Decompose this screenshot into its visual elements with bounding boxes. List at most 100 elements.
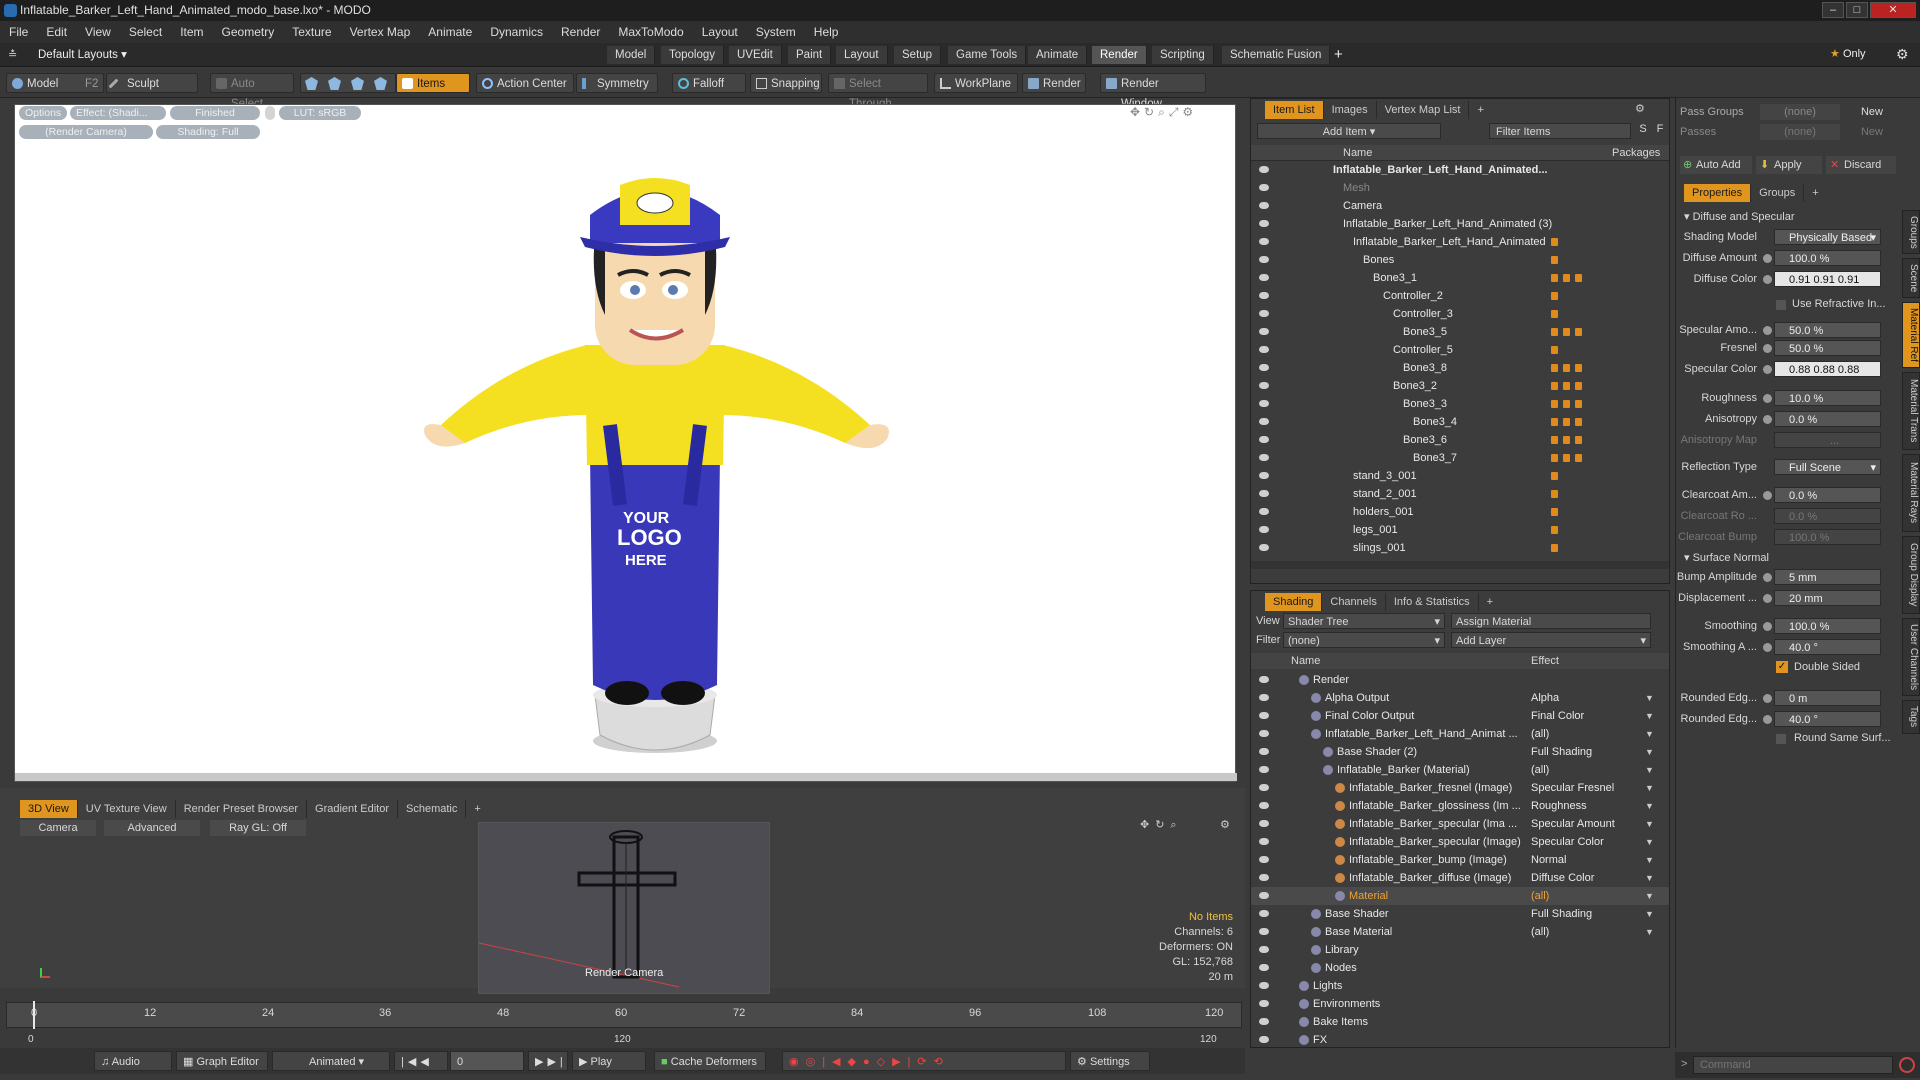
rounded-edge-width-field[interactable]: 0 m bbox=[1763, 690, 1881, 706]
shader-row[interactable]: Inflatable_Barker_specular (Image) Specul… bbox=[1251, 833, 1669, 851]
item-row[interactable]: Controller_2 bbox=[1251, 287, 1669, 305]
item-row[interactable]: Bone3_1 bbox=[1251, 269, 1669, 287]
tab-uvedit[interactable]: UVEdit bbox=[729, 46, 782, 64]
visibility-eye-icon[interactable] bbox=[1259, 784, 1269, 791]
visibility-eye-icon[interactable] bbox=[1259, 694, 1269, 701]
next-key-icons[interactable]: ▶▶| bbox=[528, 1051, 568, 1071]
visibility-eye-icon[interactable] bbox=[1259, 730, 1269, 737]
shader-row[interactable]: Inflatable_Barker_glossiness (Im ... Roug… bbox=[1251, 797, 1669, 815]
record-macro-icon[interactable] bbox=[1899, 1057, 1915, 1073]
visibility-eye-icon[interactable] bbox=[1259, 892, 1269, 899]
menu-dynamics[interactable]: Dynamics bbox=[481, 21, 552, 43]
visibility-eye-icon[interactable] bbox=[1259, 910, 1269, 917]
render-window-button[interactable]: Render Window bbox=[1100, 73, 1206, 110]
minimize-button[interactable]: – bbox=[1822, 2, 1844, 18]
visibility-eye-icon[interactable] bbox=[1259, 802, 1269, 809]
item-row[interactable]: Bone3_4 bbox=[1251, 413, 1669, 431]
raygl-dropdown[interactable]: Ray GL: Off bbox=[210, 820, 306, 836]
tab-schematic[interactable]: Schematic bbox=[398, 800, 467, 818]
tab-render-preset-browser[interactable]: Render Preset Browser bbox=[176, 800, 308, 818]
viewport-lut[interactable]: LUT: sRGB bbox=[279, 106, 361, 120]
effect-dropdown-icon[interactable]: ▼ bbox=[1645, 869, 1654, 887]
displacement-field[interactable]: 20 mm bbox=[1763, 590, 1881, 606]
roughness-field[interactable]: 10.0 % bbox=[1763, 390, 1881, 406]
filter-s-button[interactable]: S bbox=[1637, 123, 1649, 135]
visibility-eye-icon[interactable] bbox=[1259, 856, 1269, 863]
visibility-eye-icon[interactable] bbox=[1259, 472, 1269, 479]
tab-paint[interactable]: Paint bbox=[788, 46, 832, 64]
menu-system[interactable]: System bbox=[747, 21, 805, 43]
visibility-eye-icon[interactable] bbox=[1259, 346, 1269, 353]
tab-3d-view[interactable]: 3D View bbox=[20, 800, 78, 818]
visibility-eye-icon[interactable] bbox=[1259, 418, 1269, 425]
settings-button[interactable]: ⚙ Settings bbox=[1070, 1051, 1150, 1071]
shader-effect[interactable]: Final Color bbox=[1531, 707, 1584, 725]
menu-maxtomodo[interactable]: MaxToModo bbox=[609, 21, 692, 43]
timeline[interactable]: 0 12 24 36 48 60 72 84 96 108 120 0 120 … bbox=[0, 998, 1245, 1045]
key-controls-icons[interactable]: ◉◎|◀◆●◇▶|⟳⟲ bbox=[782, 1051, 1066, 1071]
camera-dropdown[interactable]: Camera bbox=[20, 820, 96, 836]
clearcoat-amount-field[interactable]: 0.0 % bbox=[1763, 487, 1881, 503]
filter-items-input[interactable]: Filter Items bbox=[1489, 123, 1631, 139]
smoothing-angle-field[interactable]: 40.0 ° bbox=[1763, 639, 1881, 655]
item-row[interactable]: Bone3_2 bbox=[1251, 377, 1669, 395]
prev-key-icons[interactable]: |◀◀ bbox=[394, 1051, 448, 1071]
graph-editor-button[interactable]: ▦ Graph Editor bbox=[176, 1051, 268, 1071]
visibility-eye-icon[interactable] bbox=[1259, 874, 1269, 881]
tab-model[interactable]: Model bbox=[607, 46, 656, 64]
shader-effect[interactable]: Full Shading bbox=[1531, 905, 1592, 923]
visibility-eye-icon[interactable] bbox=[1259, 508, 1269, 515]
item-row[interactable]: Bones bbox=[1251, 251, 1669, 269]
assign-material-button[interactable]: Assign Material bbox=[1451, 613, 1651, 629]
visibility-eye-icon[interactable] bbox=[1259, 382, 1269, 389]
effect-dropdown-icon[interactable]: ▼ bbox=[1645, 815, 1654, 833]
fresnel-field[interactable]: 50.0 % bbox=[1763, 340, 1881, 356]
auto-add-button[interactable]: ⊕ Auto Add bbox=[1680, 156, 1752, 174]
falloff-button[interactable]: Falloff bbox=[672, 73, 746, 93]
shader-row[interactable]: Nodes bbox=[1251, 959, 1669, 977]
add-shading-tab-icon[interactable]: + bbox=[1479, 593, 1501, 611]
shader-row[interactable]: Bake Items bbox=[1251, 1013, 1669, 1031]
select-through-button[interactable]: Select Through bbox=[828, 73, 928, 110]
item-row[interactable]: Inflatable_Barker_Left_Hand_Animated... bbox=[1251, 161, 1669, 179]
shader-effect[interactable]: (all) bbox=[1531, 887, 1549, 905]
menu-edit[interactable]: Edit bbox=[37, 21, 76, 43]
model-mode-button[interactable]: Model F2 bbox=[6, 73, 104, 93]
visibility-eye-icon[interactable] bbox=[1259, 238, 1269, 245]
menu-texture[interactable]: Texture bbox=[283, 21, 340, 43]
tab-channels[interactable]: Channels bbox=[1322, 593, 1386, 611]
tab-shading[interactable]: Shading bbox=[1265, 593, 1323, 611]
sidetab-groups[interactable]: Groups bbox=[1902, 210, 1920, 254]
effect-dropdown-icon[interactable]: ▼ bbox=[1645, 923, 1654, 941]
tab-layout[interactable]: Layout bbox=[836, 46, 888, 64]
bottom-view-nav-icons[interactable]: ✥↻⌕ bbox=[1140, 818, 1183, 832]
diffuse-color-field[interactable]: 0.91 0.91 0.91 bbox=[1763, 271, 1881, 287]
tab-images[interactable]: Images bbox=[1324, 101, 1377, 119]
tab-setup[interactable]: Setup bbox=[894, 46, 942, 64]
playhead[interactable] bbox=[33, 1001, 35, 1029]
rounded-edge-angle-field[interactable]: 40.0 ° bbox=[1763, 711, 1881, 727]
menu-animate[interactable]: Animate bbox=[419, 21, 481, 43]
command-input[interactable] bbox=[1693, 1056, 1893, 1074]
visibility-eye-icon[interactable] bbox=[1259, 838, 1269, 845]
filter-f-button[interactable]: F bbox=[1654, 123, 1666, 135]
pass-groups-dropdown[interactable]: (none) bbox=[1760, 104, 1840, 120]
item-row[interactable]: Mesh bbox=[1251, 179, 1669, 197]
shader-row[interactable]: Base Shader (2) Full Shading ▼ bbox=[1251, 743, 1669, 761]
item-row[interactable]: Controller_5 bbox=[1251, 341, 1669, 359]
symmetry-button[interactable]: Symmetry bbox=[576, 73, 658, 93]
specular-amount-field[interactable]: 50.0 % bbox=[1763, 322, 1881, 338]
menu-help[interactable]: Help bbox=[805, 21, 848, 43]
anisotropy-map-dropdown[interactable]: ... bbox=[1774, 432, 1881, 448]
menu-vertex-map[interactable]: Vertex Map bbox=[341, 21, 420, 43]
tab-scripting[interactable]: Scripting bbox=[1152, 46, 1214, 64]
item-row[interactable]: legs_001 bbox=[1251, 521, 1669, 539]
visibility-eye-icon[interactable] bbox=[1259, 1036, 1269, 1043]
menu-layout[interactable]: Layout bbox=[693, 21, 747, 43]
item-row[interactable]: Bone3_8 bbox=[1251, 359, 1669, 377]
vertices-icon[interactable] bbox=[305, 77, 318, 90]
polygons-icon[interactable] bbox=[351, 77, 364, 90]
sculpt-button[interactable]: Sculpt bbox=[106, 73, 198, 93]
shader-effect[interactable]: (all) bbox=[1531, 761, 1549, 779]
shader-effect[interactable]: Specular Color bbox=[1531, 833, 1604, 851]
